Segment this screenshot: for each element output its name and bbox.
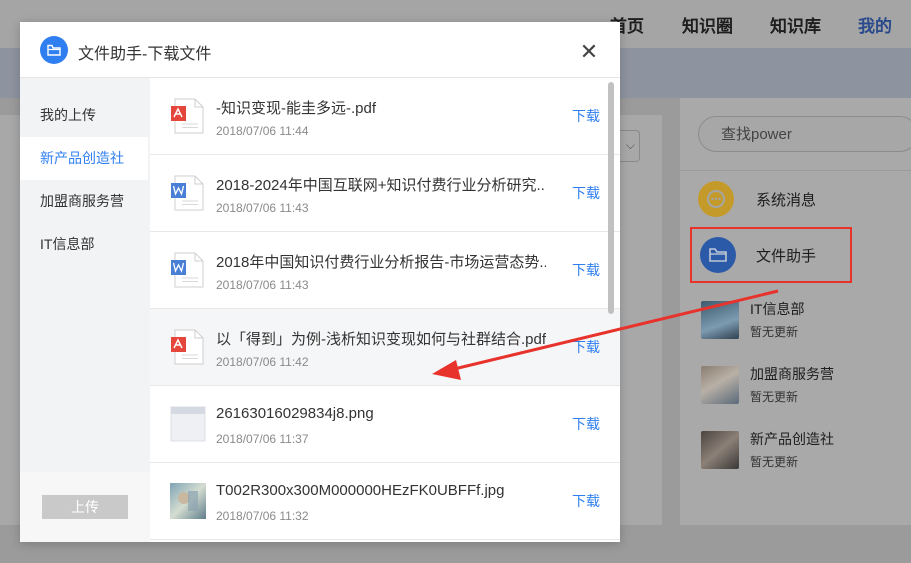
file-row[interactable]: 以「得到」为例-浅析知识变现如何与社群结合.pdf 2018/07/06 11:…	[150, 309, 620, 386]
word-file-icon	[171, 175, 204, 211]
file-name: 以「得到」为例-浅析知识变现如何与社群结合.pdf	[216, 331, 546, 348]
group-status: 暂无更新	[750, 390, 799, 404]
group-avatar	[701, 366, 739, 404]
divider	[680, 170, 911, 171]
background-left-panel	[0, 115, 20, 525]
group-item-newproduct[interactable]: 新产品创造社 暂无更新	[701, 431, 834, 470]
pdf-file-icon	[171, 329, 204, 365]
group-avatar	[701, 431, 739, 469]
group-name: IT信息部	[750, 301, 805, 317]
scrollbar[interactable]	[608, 82, 614, 314]
group-item-it[interactable]: IT信息部 暂无更新	[701, 301, 804, 340]
sidebar-item-my-uploads[interactable]: 我的上传	[20, 94, 148, 137]
file-row[interactable]: 26163016029834j8.png 2018/07/06 11:37 下载	[150, 386, 620, 463]
modal-header: 文件助手-下载文件 ✕	[20, 22, 620, 78]
nav-mine[interactable]: 我的	[858, 12, 892, 37]
system-message-item[interactable]: 系统消息	[698, 181, 816, 217]
file-name: T002R300x300M000000HEzFK0UBFFf.jpg	[216, 482, 505, 499]
file-date: 2018/07/06 11:42	[216, 355, 309, 369]
pdf-file-icon	[171, 98, 204, 134]
file-date: 2018/07/06 11:43	[216, 201, 309, 215]
file-row[interactable]: 2018-2024年中国互联网+知识付费行业分析研究... 2018/07/06…	[150, 155, 620, 232]
download-link[interactable]: 下载	[572, 260, 600, 280]
modal-title: 文件助手-下载文件	[78, 46, 212, 63]
file-row[interactable]: -知识变现-能圭多远-.pdf 2018/07/06 11:44 下载	[150, 78, 620, 155]
close-icon[interactable]: ✕	[579, 41, 599, 63]
file-download-modal: 文件助手-下载文件 ✕ 我的上传 新产品创造社 加盟商服务营 IT信息部 上传 …	[20, 22, 620, 542]
sidebar-item-new-product[interactable]: 新产品创造社	[20, 137, 148, 180]
sidebar-item-franchise[interactable]: 加盟商服务营	[20, 180, 148, 223]
background-mid-panel	[620, 115, 662, 525]
modal-sidebar: 我的上传 新产品创造社 加盟商服务营 IT信息部	[20, 78, 150, 472]
nav-knowledge-base[interactable]: 知识库	[770, 12, 821, 37]
folder-icon	[40, 36, 68, 64]
file-date: 2018/07/06 11:32	[216, 509, 309, 523]
group-name: 加盟商服务营	[750, 366, 834, 382]
annotation-highlight-box	[690, 227, 852, 283]
download-link[interactable]: 下载	[572, 106, 600, 126]
chat-bubble-icon	[698, 181, 734, 217]
file-row[interactable]: T002R300x300M000000HEzFK0UBFFf.jpg 2018/…	[150, 463, 620, 540]
file-name: 2018-2024年中国互联网+知识付费行业分析研究...	[216, 177, 546, 194]
system-message-label: 系统消息	[756, 191, 817, 209]
file-row[interactable]: 2018年中国知识付费行业分析报告-市场运营态势... 2018/07/06 1…	[150, 232, 620, 309]
search-input[interactable]	[721, 124, 901, 144]
search-box	[698, 116, 911, 152]
image-file-icon	[170, 406, 206, 442]
download-link[interactable]: 下载	[572, 337, 600, 357]
download-link[interactable]: 下载	[572, 491, 600, 511]
download-link[interactable]: 下载	[572, 414, 600, 434]
background-dropdown[interactable]: ⌵	[620, 130, 640, 162]
group-name: 新产品创造社	[750, 431, 834, 447]
file-name: 2018年中国知识付费行业分析报告-市场运营态势...	[216, 254, 546, 271]
group-status: 暂无更新	[750, 325, 799, 339]
image-thumbnail-icon	[170, 483, 206, 519]
file-date: 2018/07/06 11:43	[216, 278, 309, 292]
file-date: 2018/07/06 11:37	[216, 432, 309, 446]
nav-knowledge-circle[interactable]: 知识圈	[682, 12, 733, 37]
sidebar-item-it[interactable]: IT信息部	[20, 223, 148, 266]
chevron-down-icon: ⌵	[625, 138, 635, 152]
group-item-franchise[interactable]: 加盟商服务营 暂无更新	[701, 366, 834, 405]
file-name: -知识变现-能圭多远-.pdf	[216, 100, 377, 117]
word-file-icon	[171, 252, 204, 288]
file-list: -知识变现-能圭多远-.pdf 2018/07/06 11:44 下载 2018…	[150, 78, 620, 542]
download-link[interactable]: 下载	[572, 183, 600, 203]
group-status: 暂无更新	[750, 455, 799, 469]
file-name: 26163016029834j8.png	[216, 405, 374, 422]
group-avatar	[701, 301, 739, 339]
file-date: 2018/07/06 11:44	[216, 124, 309, 138]
upload-button[interactable]: 上传	[42, 495, 128, 519]
